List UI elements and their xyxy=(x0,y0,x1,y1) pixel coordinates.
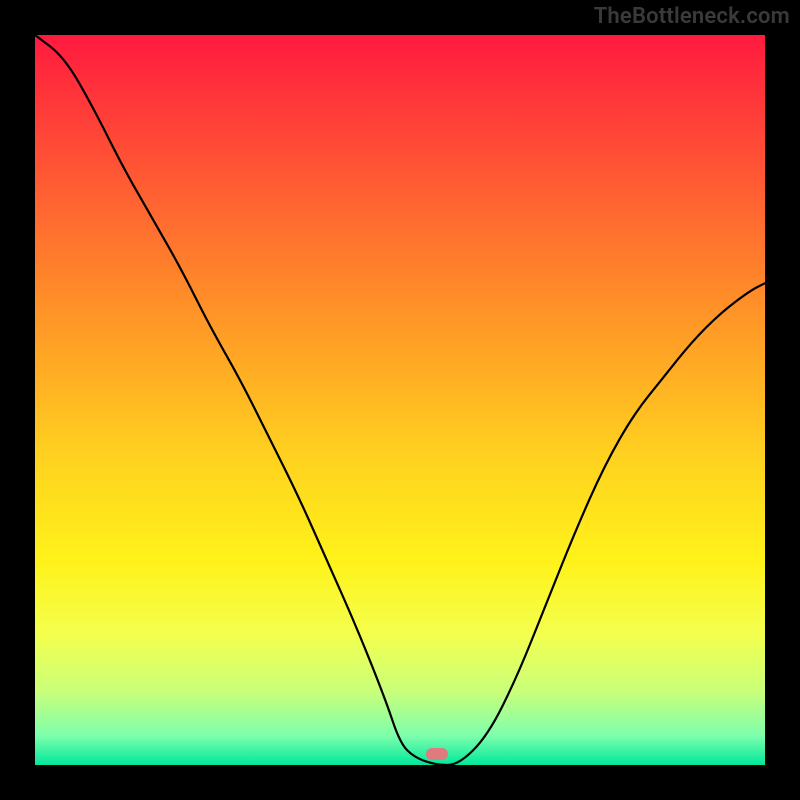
plot-area xyxy=(35,35,765,765)
chart-stage: TheBottleneck.com xyxy=(0,0,800,800)
watermark-text: TheBottleneck.com xyxy=(594,4,790,29)
gradient-background xyxy=(35,35,765,765)
optimal-point-marker xyxy=(426,748,448,760)
bottleneck-chart xyxy=(35,35,765,765)
